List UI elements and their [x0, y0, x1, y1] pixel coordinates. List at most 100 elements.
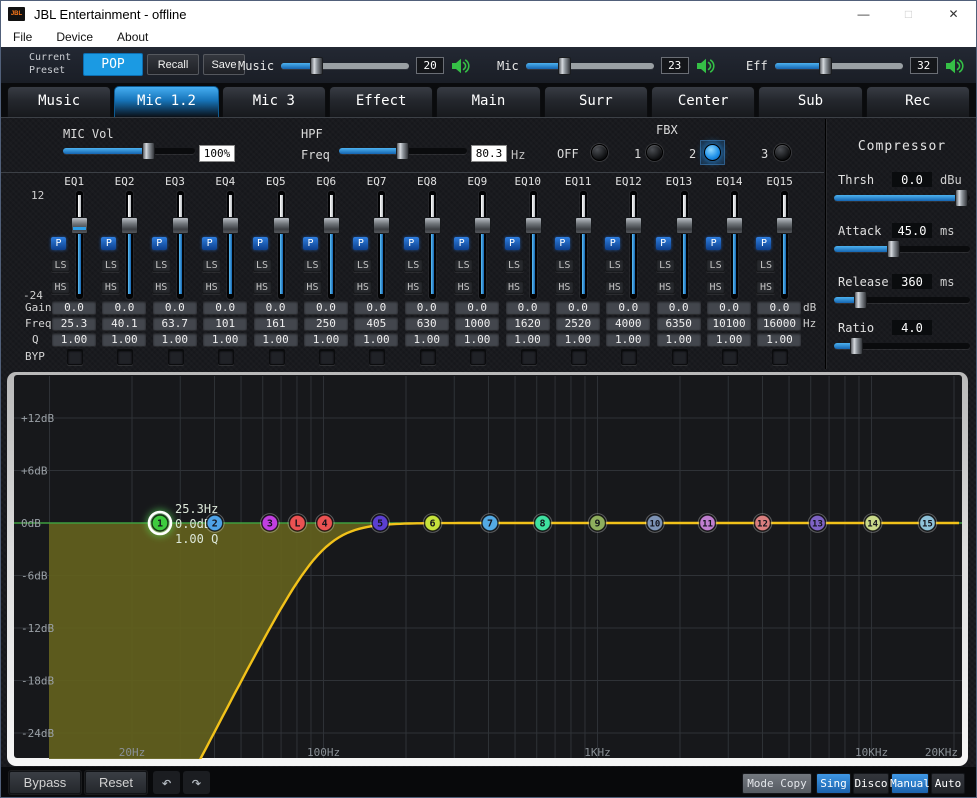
eq-q-value[interactable]: 1.00: [354, 333, 398, 346]
high-shelf-button[interactable]: HS: [505, 281, 524, 294]
eq-gain-value[interactable]: 0.0: [354, 301, 398, 314]
eq-gain-value[interactable]: 0.0: [657, 301, 701, 314]
eq-point-2[interactable]: 2: [205, 514, 224, 533]
eq-bypass-checkbox[interactable]: [269, 349, 285, 365]
eq-gain-slider[interactable]: [424, 191, 442, 299]
compressor-param-value[interactable]: 45.0: [892, 223, 932, 238]
speaker-icon[interactable]: [696, 58, 715, 74]
eq-bypass-checkbox[interactable]: [571, 349, 587, 365]
eq-gain-value[interactable]: 0.0: [506, 301, 550, 314]
eq-slider-thumb[interactable]: [424, 217, 441, 234]
eq-point-6[interactable]: 6: [423, 514, 442, 533]
eq-slider-thumb[interactable]: [776, 217, 793, 234]
eq-gain-value[interactable]: 0.0: [556, 301, 600, 314]
recall-button[interactable]: Recall: [147, 54, 199, 75]
eq-gain-slider[interactable]: [575, 191, 593, 299]
eq-point-14[interactable]: 14: [863, 514, 882, 533]
eq-slider-thumb[interactable]: [525, 217, 542, 234]
peak-filter-button[interactable]: P: [253, 237, 268, 250]
low-shelf-button[interactable]: LS: [51, 259, 70, 272]
redo-icon[interactable]: ↷: [183, 771, 210, 794]
eq-point-3[interactable]: 3: [261, 514, 280, 533]
eq-point-12[interactable]: 12: [753, 514, 772, 533]
eq-freq-value[interactable]: 6350: [657, 317, 701, 330]
eq-freq-value[interactable]: 250: [304, 317, 348, 330]
eq-slider-thumb[interactable]: [222, 217, 239, 234]
eq-gain-value[interactable]: 0.0: [52, 301, 96, 314]
fbx-radio-2[interactable]: [704, 144, 721, 161]
low-shelf-button[interactable]: LS: [605, 259, 624, 272]
eq-bypass-checkbox[interactable]: [218, 349, 234, 365]
high-shelf-button[interactable]: HS: [706, 281, 725, 294]
peak-filter-button[interactable]: P: [353, 237, 368, 250]
high-shelf-button[interactable]: HS: [404, 281, 423, 294]
eq-slider-thumb[interactable]: [726, 217, 743, 234]
peak-filter-button[interactable]: P: [505, 237, 520, 250]
high-shelf-button[interactable]: HS: [353, 281, 372, 294]
compressor-param-value[interactable]: 0.0: [892, 172, 932, 187]
mode-button-manual[interactable]: Manual: [891, 773, 929, 794]
eq-q-value[interactable]: 1.00: [254, 333, 298, 346]
eq-q-value[interactable]: 1.00: [606, 333, 650, 346]
eq-point-11[interactable]: 11: [698, 514, 717, 533]
peak-filter-button[interactable]: P: [756, 237, 771, 250]
low-shelf-button[interactable]: LS: [202, 259, 221, 272]
peak-filter-button[interactable]: P: [454, 237, 469, 250]
peak-filter-button[interactable]: P: [404, 237, 419, 250]
low-shelf-button[interactable]: LS: [656, 259, 675, 272]
tab-main[interactable]: Main: [436, 86, 540, 117]
maximize-button[interactable]: □: [886, 1, 931, 27]
tab-rec[interactable]: Rec: [866, 86, 970, 117]
eq-bypass-checkbox[interactable]: [67, 349, 83, 365]
low-shelf-button[interactable]: LS: [253, 259, 272, 272]
eq-q-value[interactable]: 1.00: [707, 333, 751, 346]
eq-freq-value[interactable]: 4000: [606, 317, 650, 330]
slider-thumb[interactable]: [955, 189, 968, 207]
eq-slider-thumb[interactable]: [121, 217, 138, 234]
peak-filter-button[interactable]: P: [51, 237, 66, 250]
high-shelf-button[interactable]: HS: [454, 281, 473, 294]
eq-q-value[interactable]: 1.00: [52, 333, 96, 346]
fbx-radio-1[interactable]: [646, 144, 663, 161]
mode-copy-button[interactable]: Mode Copy: [742, 773, 812, 794]
slider[interactable]: [526, 58, 654, 74]
peak-filter-button[interactable]: P: [656, 237, 671, 250]
eq-freq-value[interactable]: 630: [405, 317, 449, 330]
mode-button-sing[interactable]: Sing: [816, 773, 851, 794]
mode-button-auto[interactable]: Auto: [931, 773, 965, 794]
low-shelf-button[interactable]: LS: [303, 259, 322, 272]
eq-freq-value[interactable]: 101: [203, 317, 247, 330]
slider[interactable]: [834, 241, 970, 257]
eq-bypass-checkbox[interactable]: [369, 349, 385, 365]
peak-filter-button[interactable]: P: [202, 237, 217, 250]
low-shelf-button[interactable]: LS: [706, 259, 725, 272]
eq-slider-thumb[interactable]: [71, 217, 88, 234]
eq-bypass-checkbox[interactable]: [672, 349, 688, 365]
eq-slider-thumb[interactable]: [676, 217, 693, 234]
preset-value-display[interactable]: POP: [83, 53, 143, 76]
eq-gain-value[interactable]: 0.0: [203, 301, 247, 314]
tab-music[interactable]: Music: [7, 86, 111, 117]
eq-gain-slider[interactable]: [172, 191, 190, 299]
eq-gain-slider[interactable]: [323, 191, 341, 299]
low-shelf-button[interactable]: LS: [555, 259, 574, 272]
eq-freq-value[interactable]: 63.7: [153, 317, 197, 330]
eq-q-value[interactable]: 1.00: [153, 333, 197, 346]
menu-item-file[interactable]: File: [1, 30, 44, 44]
tab-sub[interactable]: Sub: [758, 86, 862, 117]
high-shelf-button[interactable]: HS: [656, 281, 675, 294]
low-shelf-button[interactable]: LS: [101, 259, 120, 272]
eq-response-graph[interactable]: +12dB+6dB0dB-6dB-12dB-18dB-24dB20Hz100Hz…: [1, 371, 977, 769]
slider[interactable]: [834, 190, 970, 206]
eq-slider-thumb[interactable]: [373, 217, 390, 234]
high-shelf-button[interactable]: HS: [605, 281, 624, 294]
eq-point-7[interactable]: 7: [481, 514, 500, 533]
slider-thumb[interactable]: [819, 57, 832, 75]
eq-bypass-checkbox[interactable]: [621, 349, 637, 365]
eq-freq-value[interactable]: 1000: [455, 317, 499, 330]
fbx-radio-3[interactable]: [774, 144, 791, 161]
eq-gain-slider[interactable]: [71, 191, 89, 299]
eq-point-10[interactable]: 10: [646, 514, 665, 533]
fbx-radio-off[interactable]: [591, 144, 608, 161]
eq-gain-value[interactable]: 0.0: [102, 301, 146, 314]
